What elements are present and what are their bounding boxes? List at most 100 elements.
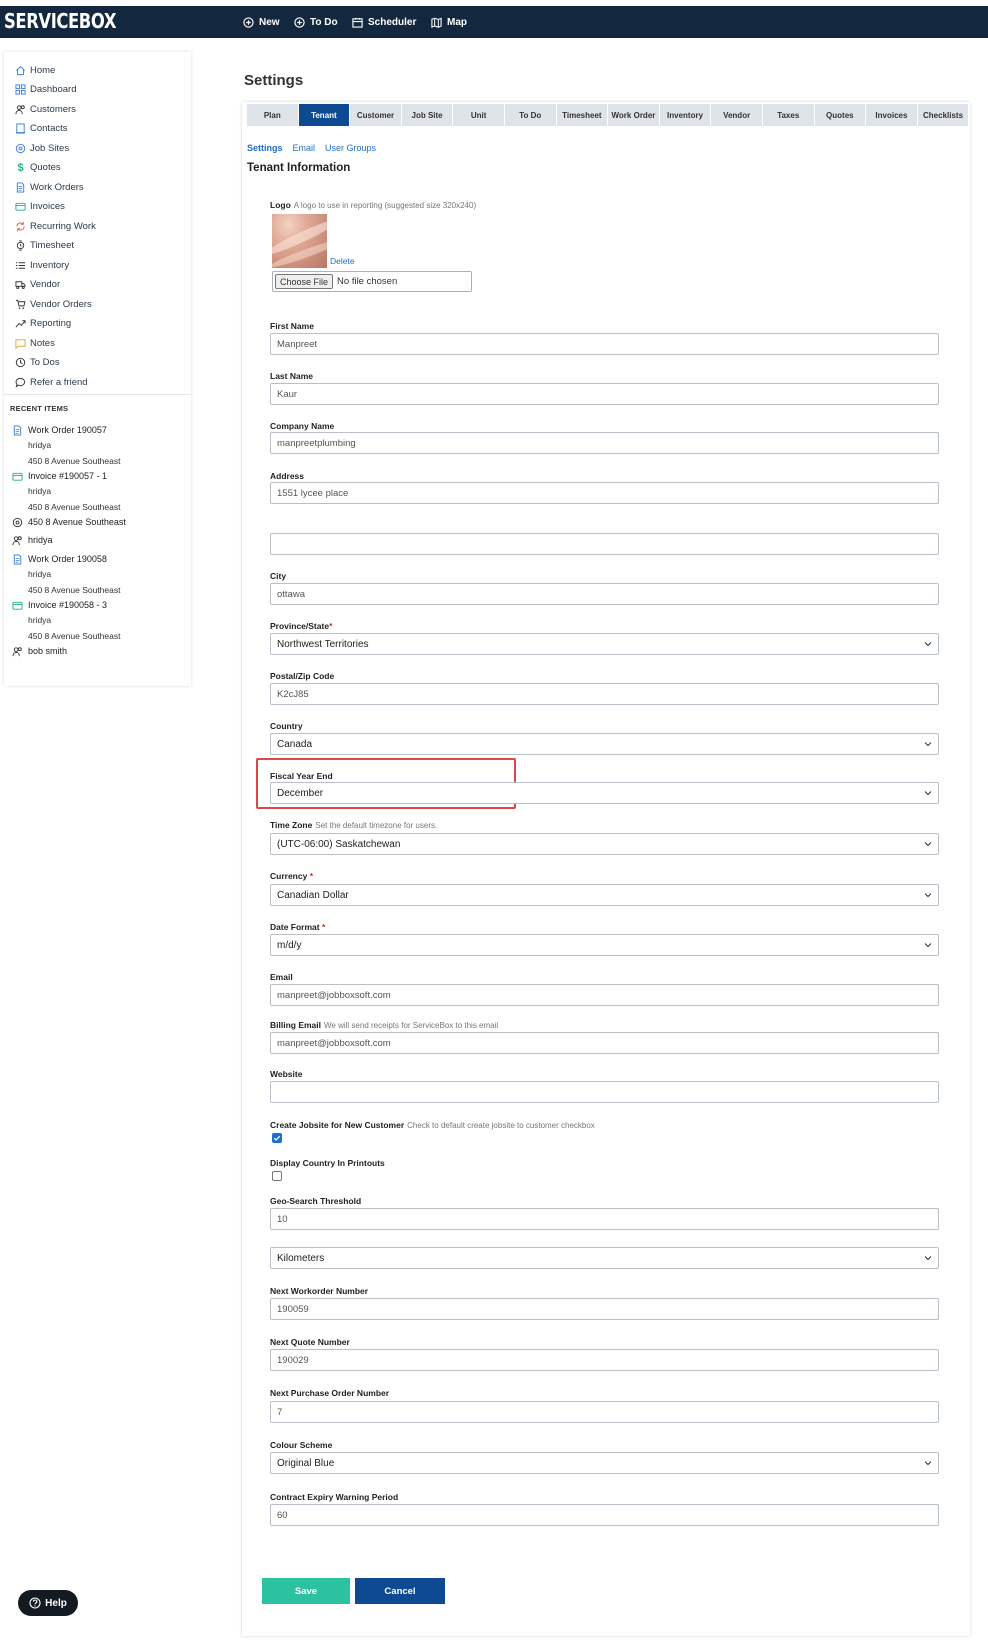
recent-item[interactable]: 450 8 Avenue Southeast xyxy=(12,515,126,529)
scheduler-button[interactable]: Scheduler xyxy=(352,6,416,38)
geo-unit-select[interactable]: Kilometers xyxy=(270,1247,939,1269)
tab-tenant[interactable]: Tenant xyxy=(298,104,350,126)
postal-field[interactable]: K2cJ85 xyxy=(270,683,939,705)
next-po-field[interactable]: 7 xyxy=(270,1401,939,1423)
first-name-field[interactable]: Manpreet xyxy=(270,333,939,355)
geo-threshold-field[interactable]: 10 xyxy=(270,1208,939,1230)
save-button[interactable]: Save xyxy=(262,1578,350,1604)
sidebar-item-label: Recurring Work xyxy=(30,220,96,232)
tab-quotes[interactable]: Quotes xyxy=(814,104,866,126)
sidebar-item-label: Notes xyxy=(30,337,55,349)
address-line-2-field[interactable] xyxy=(270,533,939,555)
colour-scheme-value: Original Blue xyxy=(277,1457,335,1469)
sidebar-item-label: Job Sites xyxy=(30,142,70,154)
colour-scheme-select[interactable]: Original Blue xyxy=(270,1452,939,1474)
tab-timesheet[interactable]: Timesheet xyxy=(556,104,608,126)
address-field[interactable]: 1551 lycee place xyxy=(270,482,939,504)
watch-icon xyxy=(15,240,26,251)
country-select[interactable]: Canada xyxy=(270,733,939,755)
create-jobsite-help: Check to default create jobsite to custo… xyxy=(407,1121,595,1130)
logo-image xyxy=(272,214,327,268)
recent-item[interactable]: Work Order 190057 hridya 450 8 Avenue So… xyxy=(12,423,120,469)
city-field[interactable]: ottawa xyxy=(270,583,939,605)
sidebar-item-quotes[interactable]: $ Quotes xyxy=(15,160,60,176)
choose-file-button[interactable]: Choose File xyxy=(275,274,334,289)
email-field[interactable]: manpreet@jobboxsoft.com xyxy=(270,984,939,1006)
recent-item-sub: 450 8 Avenue Southeast xyxy=(28,631,121,641)
tab-inventory[interactable]: Inventory xyxy=(659,104,711,126)
tab-plan[interactable]: Plan xyxy=(247,104,298,126)
required-marker: * xyxy=(329,621,333,631)
sidebar-item-recurring-work[interactable]: Recurring Work xyxy=(15,218,96,234)
fiscal-year-select[interactable]: December xyxy=(270,782,939,804)
billing-email-field[interactable]: manpreet@jobboxsoft.com xyxy=(270,1032,939,1054)
tab-job-site[interactable]: Job Site xyxy=(401,104,453,126)
sidebar-item-dashboard[interactable]: Dashboard xyxy=(15,82,76,98)
cancel-button[interactable]: Cancel xyxy=(355,1578,445,1604)
display-country-checkbox[interactable] xyxy=(272,1171,282,1181)
last-name-field[interactable]: Kaur xyxy=(270,383,939,405)
subtab-email[interactable]: Email xyxy=(293,143,316,153)
sidebar-item-inventory[interactable]: Inventory xyxy=(15,257,69,273)
timezone-label: Time Zone Set the default timezone for us… xyxy=(270,820,437,830)
map-label: Map xyxy=(447,16,467,28)
sidebar-item-timesheet[interactable]: Timesheet xyxy=(15,238,74,254)
contract-warning-field[interactable]: 60 xyxy=(270,1504,939,1526)
tab-checklists[interactable]: Checklists xyxy=(917,104,969,126)
recent-item[interactable]: Work Order 190058 hridya 450 8 Avenue So… xyxy=(12,552,120,598)
sidebar-item-customers[interactable]: Customers xyxy=(15,101,76,117)
subtab-settings[interactable]: Settings xyxy=(247,143,283,153)
sidebar-item-home[interactable]: Home xyxy=(15,62,55,78)
sidebar: Home Dashboard Customers Contacts Job Si… xyxy=(4,52,191,686)
logo-label: Logo A logo to use in reporting (suggeste… xyxy=(270,200,476,210)
chevron-down-icon xyxy=(924,642,932,647)
sidebar-item-notes[interactable]: Notes xyxy=(15,335,55,351)
sidebar-item-refer-a-friend[interactable]: Refer a friend xyxy=(15,374,88,390)
sidebar-item-label: Invoices xyxy=(30,201,65,212)
date-format-select[interactable]: m/d/y xyxy=(270,934,939,956)
create-jobsite-checkbox[interactable] xyxy=(272,1133,282,1143)
chevron-down-icon xyxy=(924,1256,932,1261)
logo-file-input[interactable]: Choose File No file chosen xyxy=(272,271,472,292)
tab-customer[interactable]: Customer xyxy=(350,104,401,126)
sidebar-item-vendor-orders[interactable]: Vendor Orders xyxy=(15,296,92,312)
recent-item[interactable]: hridya xyxy=(12,533,53,547)
todo-button[interactable]: To Do xyxy=(294,6,338,38)
recent-item-sub: hridya xyxy=(28,440,52,450)
help-button[interactable]: Help xyxy=(18,1590,78,1616)
recent-item[interactable]: Invoice #190057 - 1 hridya 450 8 Avenue … xyxy=(12,469,120,515)
tab-to-do[interactable]: To Do xyxy=(504,104,556,126)
timezone-select[interactable]: (UTC-06:00) Saskatchewan xyxy=(270,833,939,855)
next-workorder-field[interactable]: 190059 xyxy=(270,1298,939,1320)
app-logo[interactable]: SERVICEBOX xyxy=(4,9,116,33)
new-button[interactable]: New xyxy=(243,6,280,38)
sidebar-item-invoices[interactable]: Invoices xyxy=(15,199,65,215)
sidebar-item-label: Work Orders xyxy=(30,181,84,193)
recent-item[interactable]: bob smith xyxy=(12,644,67,658)
sidebar-item-reporting[interactable]: Reporting xyxy=(15,316,71,332)
sidebar-item-work-orders[interactable]: Work Orders xyxy=(15,179,84,195)
sidebar-item-to-dos[interactable]: To Dos xyxy=(15,355,60,371)
company-name-field[interactable]: manpreetplumbing xyxy=(270,432,939,454)
truck-icon xyxy=(15,279,26,290)
province-select[interactable]: Northwest Territories xyxy=(270,633,939,655)
tab-work-order[interactable]: Work Order xyxy=(608,104,659,126)
tab-invoices[interactable]: Invoices xyxy=(866,104,917,126)
delete-logo-link[interactable]: Delete xyxy=(330,256,355,266)
tab-taxes[interactable]: Taxes xyxy=(762,104,814,126)
tab-unit[interactable]: Unit xyxy=(453,104,504,126)
sidebar-item-job-sites[interactable]: Job Sites xyxy=(15,140,69,156)
todo-label: To Do xyxy=(310,16,338,28)
recent-item[interactable]: Invoice #190058 - 3 hridya 450 8 Avenue … xyxy=(12,598,120,644)
main-content: Settings Plan Tenant Customer Job Site U… xyxy=(242,58,970,1636)
map-button[interactable]: Map xyxy=(431,6,467,38)
sidebar-item-vendor[interactable]: Vendor xyxy=(15,277,60,293)
website-field[interactable] xyxy=(270,1081,939,1103)
next-quote-field[interactable]: 190029 xyxy=(270,1349,939,1371)
tab-vendor[interactable]: Vendor xyxy=(711,104,762,126)
currency-select[interactable]: Canadian Dollar xyxy=(270,884,939,906)
sidebar-item-contacts[interactable]: Contacts xyxy=(15,121,68,137)
page-title: Settings xyxy=(244,72,304,89)
check-icon xyxy=(273,1135,281,1141)
subtab-user-groups[interactable]: User Groups xyxy=(325,143,376,153)
